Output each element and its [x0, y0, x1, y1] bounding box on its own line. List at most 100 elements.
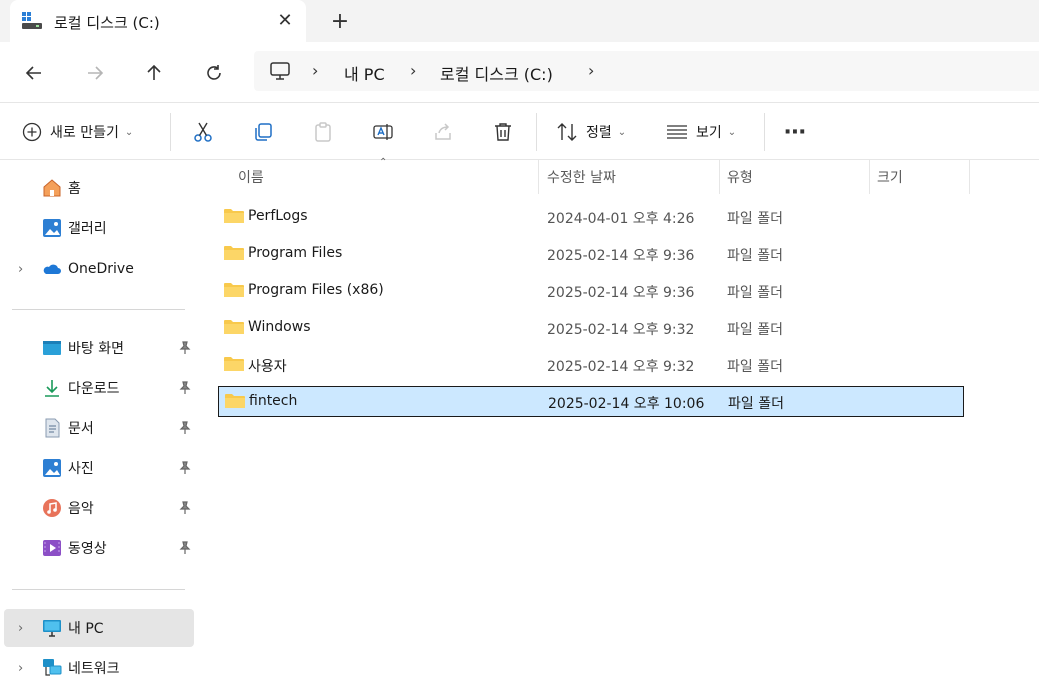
breadcrumb-chevron-icon[interactable]: ›	[588, 61, 594, 80]
sidebar-divider	[12, 589, 185, 590]
file-date: 2025-02-14 오후 9:36	[547, 285, 695, 301]
folder-icon	[224, 246, 244, 260]
folder-icon	[224, 357, 244, 371]
chevron-right-icon[interactable]: ›	[18, 661, 23, 676]
rename-icon	[373, 124, 393, 140]
sidebar-item-network[interactable]: › 네트워크	[4, 649, 194, 687]
address-bar[interactable]: › 내 PC › 로컬 디스크 (C:) ›	[254, 51, 1039, 91]
chevron-right-icon[interactable]: ›	[18, 621, 23, 636]
sidebar-item-gallery[interactable]: 갤러리	[4, 209, 194, 247]
copy-button[interactable]	[252, 117, 274, 147]
onedrive-icon	[43, 264, 61, 274]
file-name: 사용자	[248, 359, 287, 375]
new-tab-button[interactable]: +	[328, 10, 352, 34]
drive-icon	[22, 12, 42, 29]
trash-icon	[495, 123, 511, 141]
folder-icon	[224, 283, 244, 297]
column-divider[interactable]	[969, 160, 970, 194]
column-header-size[interactable]: 크기	[877, 160, 903, 194]
sidebar-item-label: 홈	[68, 181, 81, 197]
sidebar-item-label: 사진	[68, 461, 94, 477]
tab-title: 로컬 디스크 (C:)	[54, 14, 160, 32]
refresh-button[interactable]	[199, 58, 229, 88]
table-row-selected[interactable]: fintech 2025-02-14 오후 10:06 파일 폴더	[218, 386, 964, 417]
sort-button[interactable]: 정렬 ⌄	[556, 117, 626, 147]
tab-bar: 로컬 디스크 (C:) ✕ +	[0, 0, 1039, 42]
navigation-pane: 홈 갤러리 › OneDrive 바탕 화면 다운로드 문서 사진 음악 동영상…	[0, 160, 198, 699]
column-header-date[interactable]: 수정한 날짜	[547, 160, 616, 194]
column-divider[interactable]	[538, 160, 539, 194]
gallery-icon	[43, 219, 61, 237]
folder-icon	[224, 209, 244, 223]
sidebar-divider	[12, 309, 185, 310]
column-divider[interactable]	[869, 160, 870, 194]
column-divider[interactable]	[719, 160, 720, 194]
breadcrumb-this-pc[interactable]: 내 PC	[344, 61, 385, 85]
clipboard-icon	[315, 122, 331, 142]
sort-ascending-icon: ⌃	[379, 157, 388, 168]
sidebar-item-downloads[interactable]: 다운로드	[4, 369, 194, 407]
file-name: Program Files (x86)	[248, 282, 384, 298]
tab-local-disk[interactable]: 로컬 디스크 (C:) ✕	[10, 0, 306, 42]
breadcrumb-local-disk[interactable]: 로컬 디스크 (C:)	[440, 61, 553, 85]
table-row[interactable]: Program Files 2025-02-14 오후 9:36 파일 폴더	[218, 239, 964, 269]
command-bar: 새로 만들기 ⌄ 정렬 ⌄ 보기 ⌄ ⋯	[0, 102, 1039, 160]
table-row[interactable]: Windows 2025-02-14 오후 9:32 파일 폴더	[218, 313, 964, 343]
file-date: 2025-02-14 오후 9:32	[547, 359, 695, 375]
cut-button[interactable]	[192, 117, 214, 147]
this-pc-icon	[43, 620, 61, 637]
folder-icon	[225, 394, 245, 408]
pictures-icon	[43, 459, 61, 477]
file-type: 파일 폴더	[727, 248, 783, 264]
sidebar-item-label: 문서	[68, 421, 94, 437]
toolbar-divider	[536, 113, 537, 151]
table-row[interactable]: PerfLogs 2024-04-01 오후 4:26 파일 폴더	[218, 202, 964, 232]
back-button[interactable]	[19, 58, 49, 88]
chevron-right-icon[interactable]: ›	[18, 262, 23, 277]
sort-icon	[557, 123, 577, 141]
share-button[interactable]	[432, 117, 454, 147]
file-name: Program Files	[248, 245, 343, 261]
pin-icon[interactable]	[178, 341, 192, 355]
table-row[interactable]: Program Files (x86) 2025-02-14 오후 9:36 파…	[218, 276, 964, 306]
new-button[interactable]: 새로 만들기 ⌄	[22, 117, 133, 147]
rename-button[interactable]	[372, 117, 394, 147]
sidebar-item-pictures[interactable]: 사진	[4, 449, 194, 487]
pin-icon[interactable]	[178, 421, 192, 435]
pin-icon[interactable]	[178, 461, 192, 475]
pin-icon[interactable]	[178, 541, 192, 555]
sidebar-item-documents[interactable]: 문서	[4, 409, 194, 447]
sidebar-item-label: 갤러리	[68, 221, 107, 237]
breadcrumb-chevron-icon: ›	[312, 61, 319, 80]
sidebar-item-this-pc[interactable]: › 내 PC	[4, 609, 194, 647]
sidebar-item-desktop[interactable]: 바탕 화면	[4, 329, 194, 367]
arrow-up-icon	[147, 64, 161, 80]
refresh-icon	[207, 65, 221, 80]
more-options-button[interactable]: ⋯	[784, 117, 806, 147]
pin-icon[interactable]	[178, 501, 192, 515]
toolbar-divider	[170, 113, 171, 151]
toolbar-divider	[764, 113, 765, 151]
file-name: fintech	[249, 393, 298, 409]
document-icon	[45, 418, 60, 438]
sidebar-item-music[interactable]: 음악	[4, 489, 194, 527]
file-date: 2025-02-14 오후 9:36	[547, 248, 695, 264]
view-button[interactable]: 보기 ⌄	[666, 117, 736, 147]
copy-icon	[255, 123, 272, 141]
column-header-type[interactable]: 유형	[727, 160, 753, 194]
sort-button-label: 정렬	[586, 125, 612, 141]
forward-button[interactable]	[80, 58, 110, 88]
tab-close-button[interactable]: ✕	[274, 10, 296, 32]
chevron-down-icon: ⌄	[727, 126, 737, 138]
navigation-bar: › 내 PC › 로컬 디스크 (C:) ›	[0, 42, 1039, 102]
sidebar-item-videos[interactable]: 동영상	[4, 529, 194, 567]
sidebar-item-onedrive[interactable]: › OneDrive	[4, 250, 194, 288]
table-row[interactable]: 사용자 2025-02-14 오후 9:32 파일 폴더	[218, 350, 964, 380]
plus-circle-icon	[22, 122, 42, 142]
pin-icon[interactable]	[178, 381, 192, 395]
paste-button[interactable]	[312, 117, 334, 147]
sidebar-item-home[interactable]: 홈	[4, 169, 194, 207]
delete-button[interactable]	[492, 117, 514, 147]
up-button[interactable]	[139, 58, 169, 88]
column-header-name[interactable]: 이름	[238, 160, 264, 194]
